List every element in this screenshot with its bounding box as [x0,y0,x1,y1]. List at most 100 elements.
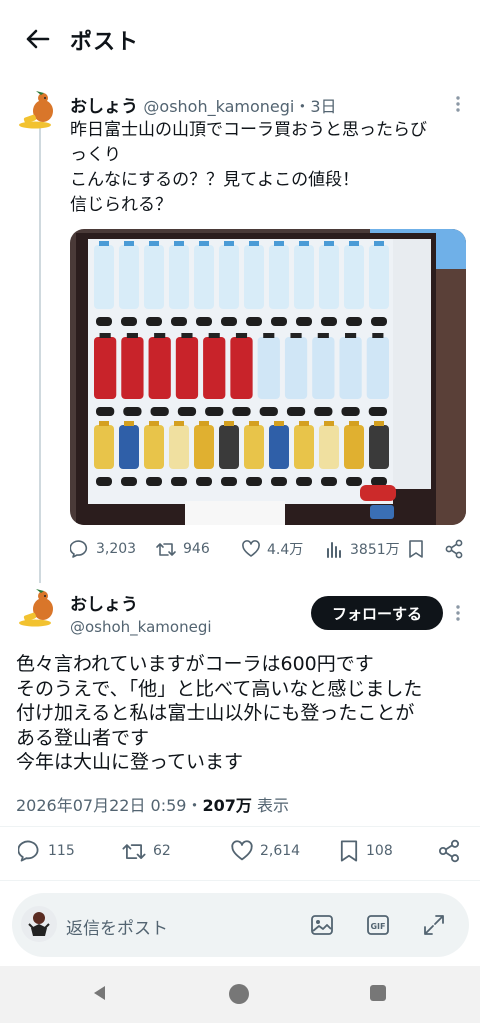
repost-icon [156,543,176,556]
bookmark-icon[interactable] [407,539,425,559]
bottle-cap [290,333,302,338]
drink-bottle [121,337,144,399]
selection-button [271,317,287,326]
drink-bottle [319,425,339,469]
drink-bottle [194,245,214,309]
bottle-cap [349,241,359,246]
share-icon[interactable] [437,839,461,863]
back-arrow-icon[interactable] [22,24,52,54]
selection-button [96,317,112,326]
vending-machine-photo[interactable] [70,229,466,525]
bottle-cap [181,333,193,338]
author-handle-time[interactable]: @oshoh_kamonegi・3日 [143,97,336,116]
reply-composer[interactable]: 返信をポスト GIF [12,893,469,957]
more-icon[interactable] [448,94,468,114]
drink-bottle [244,245,264,309]
bottle-cap [99,421,109,426]
post-text: 昨日富士山の山頂でコーラ買おうと思ったらび っくり こんなにするの？？見てよこの… [70,118,470,218]
image-icon[interactable] [309,912,335,938]
bottle-cap [249,241,259,246]
selection-button [121,317,137,326]
nav-recents-icon[interactable] [370,985,386,1001]
selection-button [146,477,162,486]
selection-button [296,317,312,326]
selection-button [346,317,362,326]
selection-button [368,407,387,416]
like-action[interactable]: 4.4万 [241,539,303,559]
bottle-cap [224,241,234,246]
post-text-line: 色々言われていますがコーラは600円です [16,653,374,675]
reply-action[interactable]: 3,203 [70,539,136,559]
drink-bottle [219,245,239,309]
selection-button [121,477,137,486]
drink-bottle [366,337,389,399]
selection-button [177,407,197,416]
reply-action[interactable]: 115 [18,839,75,863]
selection-button [296,477,312,486]
drink-bottle [148,337,171,399]
post-text-line: 信じられる？ [70,195,172,215]
avatar [21,906,57,942]
bottle-cap [299,241,309,246]
timestamp-text[interactable]: 2026年07月22日 0:59・ [16,796,202,815]
repost-action[interactable]: 62 [121,839,171,863]
bottle-cap [263,333,275,338]
bottle-cap [99,333,111,338]
bottle-cap [154,333,166,338]
bottle-cap [224,421,234,426]
bottle-cap [374,241,384,246]
gif-icon[interactable]: GIF [365,912,391,938]
selection-button [205,407,224,416]
bottle-cap [149,421,159,426]
author-name[interactable]: おしょう [70,590,138,615]
bottle-cap [324,421,334,426]
like-action[interactable]: 2,614 [230,839,300,863]
selection-button [246,477,262,486]
post-text-line: こんなにするの？？見てよこの値段！ [70,170,360,190]
nav-back-icon[interactable] [90,983,110,1003]
bottle-cap [274,421,284,426]
selection-button [221,477,237,486]
views-action[interactable]: 3851万 [326,539,400,559]
drink-bottle [194,425,214,469]
nav-home-icon[interactable] [229,984,249,1004]
reply-placeholder[interactable]: 返信をポスト [66,914,168,939]
post-text-line: 今年は大山に登っています [16,751,244,773]
drink-bottle [203,337,226,399]
heart-icon [242,540,260,557]
repost-action[interactable]: 946 [155,539,210,559]
more-icon[interactable] [448,603,468,623]
post-text-line: そのうえで、「他」と比べて高いなと感じました [16,677,423,700]
post-text-line: ある登山者です [16,726,150,749]
reply-icon [18,840,39,862]
selection-button [171,477,187,486]
repost-count: 946 [183,541,210,557]
author-handle[interactable]: @oshoh_kamonegi [70,618,212,636]
bottle-cap [299,421,309,426]
selection-button [96,477,112,486]
like-count: 2,614 [260,843,301,859]
user-avatar-icon [28,912,50,936]
page-title: ポスト [70,30,140,55]
post-text-line: 付け加えると私は富士山以外にも登ったことが [16,702,415,724]
share-icon[interactable] [444,539,464,559]
post-text-line: 昨日富士山の山頂でコーラ買おうと思ったらび [70,120,427,140]
bottle-cap [372,333,384,338]
follow-button[interactable]: フォローする [311,596,443,630]
avatar[interactable] [18,90,60,132]
expand-icon[interactable] [421,912,447,938]
reply-icon [70,540,88,558]
author-name[interactable]: おしょう [70,97,138,117]
drink-bottle [257,337,280,399]
bottle-cap [124,241,134,246]
bottle-cap [208,333,220,338]
bookmark-action[interactable]: 108 [338,839,393,863]
selection-button [171,317,187,326]
selection-button [259,407,278,416]
selection-button [246,317,262,326]
analytics-icon [327,542,341,558]
drink-bottle [230,337,253,399]
avatar[interactable] [18,588,60,630]
bottle-cap [149,241,159,246]
drink-bottle [175,337,199,399]
